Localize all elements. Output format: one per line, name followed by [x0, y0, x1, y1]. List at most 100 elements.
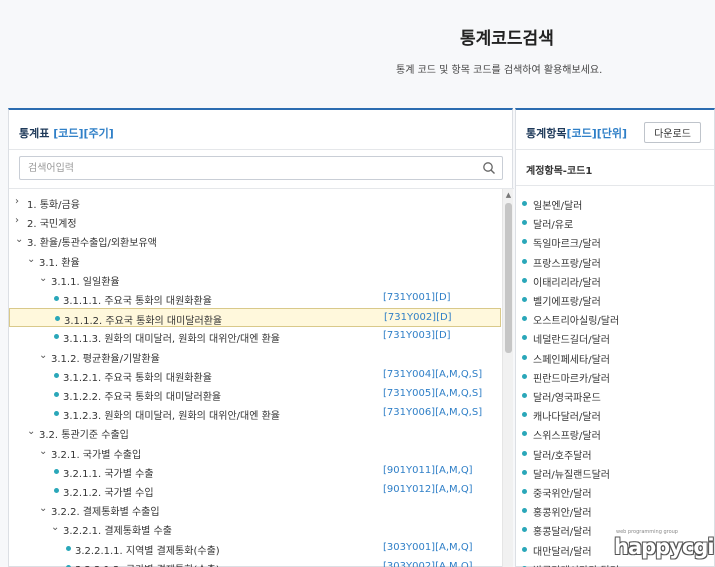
tree-row-label[interactable]: 3.2.1.1. 국가별 수출: [63, 465, 154, 480]
scroll-up-arrow-icon[interactable]: ▲: [504, 191, 513, 200]
download-button[interactable]: 다운로드: [644, 122, 701, 143]
tree-row[interactable]: 3.2.1.2. 국가별 수입 [901Y012][A,M,Q]: [9, 481, 501, 500]
tree-row[interactable]: ⌄ 3.2.2. 결제통화별 수출입: [9, 500, 501, 519]
stat-item-row[interactable]: 달러/뉴질랜드달러: [516, 463, 714, 482]
tree-row-label[interactable]: 3.2.2.1. 결제통화별 수출: [63, 522, 172, 537]
tree-row-label[interactable]: 3.2. 통관기준 수출입: [39, 426, 129, 441]
chevron-down-icon[interactable]: ⌄: [39, 503, 49, 515]
stat-item-row[interactable]: 오스트리아실링/달러: [516, 309, 714, 328]
tree-row-code[interactable]: [303Y001][A,M,Q]: [383, 542, 473, 553]
stat-item-row[interactable]: 달러/영국파운드: [516, 386, 714, 405]
tree-row[interactable]: 3.1.1.1. 주요국 통화의 대원화환율 [731Y001][D]: [9, 289, 501, 308]
tree-row-code[interactable]: [731Y005][A,M,Q,S]: [383, 388, 482, 399]
search-icon[interactable]: [482, 161, 496, 175]
chevron-down-icon[interactable]: ⌄: [39, 350, 49, 362]
stat-item-label[interactable]: 달러/영국파운드: [533, 389, 601, 404]
stat-item-label[interactable]: 홍콩달러/달러: [533, 523, 592, 538]
tree-row[interactable]: › 2. 국민계정: [9, 212, 501, 231]
chevron-right-icon[interactable]: ›: [15, 196, 25, 208]
stat-item-row[interactable]: 이태리리라/달러: [516, 271, 714, 290]
tree-row-label[interactable]: 3.1.2.3. 원화의 대미달러, 원화의 대위안/대엔 환율: [63, 407, 280, 422]
tree-row-code[interactable]: [731Y001][D]: [383, 292, 451, 303]
stat-item-row[interactable]: 벨기에프랑/달러: [516, 290, 714, 309]
chevron-down-icon[interactable]: ⌄: [39, 273, 49, 285]
tree-row-label[interactable]: 3.1.2. 평균환율/기말환율: [51, 350, 160, 365]
tree-row[interactable]: › 1. 통화/금융: [9, 193, 501, 212]
tree-row-label[interactable]: 3.1.1. 일일환율: [51, 273, 120, 288]
chevron-down-icon[interactable]: ⌄: [15, 234, 25, 246]
stat-item-label[interactable]: 달러/호주달러: [533, 447, 592, 462]
tree-row[interactable]: 3.2.2.1.1. 지역별 결제통화(수출) [303Y001][A,M,Q]: [9, 539, 501, 558]
tree-row[interactable]: ⌄ 3.1.1. 일일환율: [9, 270, 501, 289]
stat-item-row[interactable]: 캐나다달러/달러: [516, 405, 714, 424]
stat-item-row[interactable]: 스위스프랑/달러: [516, 424, 714, 443]
tree-row-code[interactable]: [731Y002][D]: [384, 312, 452, 323]
tree-row[interactable]: 3.1.2.1. 주요국 통화의 대원화환율 [731Y004][A,M,Q,S]: [9, 366, 501, 385]
tree-row[interactable]: ⌄ 3. 환율/통관수출입/외환보유액: [9, 231, 501, 250]
stat-item-row[interactable]: 홍콩위안/달러: [516, 501, 714, 520]
tree-row-label[interactable]: 3.1.2.2. 주요국 통화의 대미달러환율: [63, 388, 221, 403]
stat-item-label[interactable]: 독일마르크/달러: [533, 235, 601, 250]
stat-item-label[interactable]: 벨기에프랑/달러: [533, 293, 601, 308]
stat-item-label[interactable]: 중국위안/달러: [533, 485, 592, 500]
stat-item-label[interactable]: 방글라데시타카/달러: [533, 562, 619, 567]
tree-row[interactable]: ⌄ 3.2. 통관기준 수출입: [9, 423, 501, 442]
stat-item-label[interactable]: 네덜란드길더/달러: [533, 331, 610, 346]
stat-item-row[interactable]: 달러/호주달러: [516, 444, 714, 463]
stat-item-row[interactable]: 독일마르크/달러: [516, 232, 714, 251]
tree-row-label[interactable]: 3.2.1.2. 국가별 수입: [63, 484, 154, 499]
stat-item-row[interactable]: 일본엔/달러: [516, 194, 714, 213]
stat-item-label[interactable]: 핀란드마르카/달러: [533, 370, 610, 385]
tree-row-code[interactable]: [303Y002][A,M,Q]: [383, 561, 473, 567]
tree-row-code[interactable]: [901Y011][A,M,Q]: [383, 465, 473, 476]
tree-row[interactable]: 3.1.1.2. 주요국 통화의 대미달러환율 [731Y002][D]: [9, 308, 501, 328]
stat-item-row[interactable]: 중국위안/달러: [516, 482, 714, 501]
stat-item-label[interactable]: 프랑스프랑/달러: [533, 255, 601, 270]
tree-row[interactable]: ⌄ 3.1. 환율: [9, 251, 501, 270]
tree-row[interactable]: 3.2.2.1.2. 국가별 결제통화(수출) [303Y002][A,M,Q]: [9, 558, 501, 567]
stat-item-row[interactable]: 네덜란드길더/달러: [516, 328, 714, 347]
stat-item-label[interactable]: 홍콩위안/달러: [533, 504, 592, 519]
tree-row-code[interactable]: [731Y004][A,M,Q,S]: [383, 369, 482, 380]
tree-row-label[interactable]: 3.2.2.1.2. 국가별 결제통화(수출): [75, 561, 220, 567]
stat-item-row[interactable]: 스페인페세타/달러: [516, 348, 714, 367]
tree-row-label[interactable]: 2. 국민계정: [27, 215, 77, 230]
chevron-down-icon[interactable]: ⌄: [27, 426, 37, 438]
stat-item-label[interactable]: 오스트리아실링/달러: [533, 312, 619, 327]
tree-row[interactable]: 3.1.1.3. 원화의 대미달러, 원화의 대위안/대엔 환율 [731Y003…: [9, 327, 501, 346]
stat-item-label[interactable]: 대만달러/달러: [533, 543, 592, 558]
search-input[interactable]: [20, 157, 460, 179]
stat-item-row[interactable]: 프랑스프랑/달러: [516, 252, 714, 271]
tree-row-label[interactable]: 3.1.2.1. 주요국 통화의 대원화환율: [63, 369, 212, 384]
tree-row[interactable]: ⌄ 3.2.2.1. 결제통화별 수출: [9, 519, 501, 538]
stat-item-label[interactable]: 달러/뉴질랜드달러: [533, 466, 610, 481]
stat-item-label[interactable]: 스페인페세타/달러: [533, 351, 610, 366]
stat-item-label[interactable]: 스위스프랑/달러: [533, 427, 601, 442]
tree-row-label[interactable]: 3.1.1.3. 원화의 대미달러, 원화의 대위안/대엔 환율: [63, 330, 280, 345]
scroll-thumb[interactable]: [505, 203, 512, 353]
stat-item-label[interactable]: 일본엔/달러: [533, 197, 582, 212]
tree-row-label[interactable]: 3.1. 환율: [39, 254, 80, 269]
tree-row-code[interactable]: [731Y003][D]: [383, 330, 451, 341]
stat-item-row[interactable]: 핀란드마르카/달러: [516, 367, 714, 386]
chevron-right-icon[interactable]: ›: [15, 215, 25, 227]
stat-item-label[interactable]: 이태리리라/달러: [533, 274, 601, 289]
tree-row[interactable]: 3.1.2.2. 주요국 통화의 대미달러환율 [731Y005][A,M,Q,S…: [9, 385, 501, 404]
stat-item-row[interactable]: 달러/유로: [516, 213, 714, 232]
tree-row-label[interactable]: 3.1.1.2. 주요국 통화의 대미달러환율: [64, 312, 222, 327]
tree-row-label[interactable]: 3.2.2.1.1. 지역별 결제통화(수출): [75, 542, 220, 557]
tree-row-label[interactable]: 3.2.2. 결제통화별 수출입: [51, 503, 160, 518]
tree-row[interactable]: 3.2.1.1. 국가별 수출 [901Y011][A,M,Q]: [9, 462, 501, 481]
tree-row[interactable]: 3.1.2.3. 원화의 대미달러, 원화의 대위안/대엔 환율 [731Y006…: [9, 404, 501, 423]
stat-item-label[interactable]: 달러/유로: [533, 216, 573, 231]
tree-row-code[interactable]: [731Y006][A,M,Q,S]: [383, 407, 482, 418]
tree-row-label[interactable]: 3.2.1. 국가별 수출입: [51, 446, 141, 461]
tree-scrollbar[interactable]: ▲: [502, 189, 513, 567]
chevron-down-icon[interactable]: ⌄: [51, 522, 61, 534]
stat-item-label[interactable]: 캐나다달러/달러: [533, 408, 601, 423]
chevron-down-icon[interactable]: ⌄: [39, 446, 49, 458]
tree-row-label[interactable]: 3.1.1.1. 주요국 통화의 대원화환율: [63, 292, 212, 307]
tree-row[interactable]: ⌄ 3.1.2. 평균환율/기말환율: [9, 347, 501, 366]
tree-row[interactable]: ⌄ 3.2.1. 국가별 수출입: [9, 443, 501, 462]
tree-row-label[interactable]: 1. 통화/금융: [27, 196, 80, 211]
